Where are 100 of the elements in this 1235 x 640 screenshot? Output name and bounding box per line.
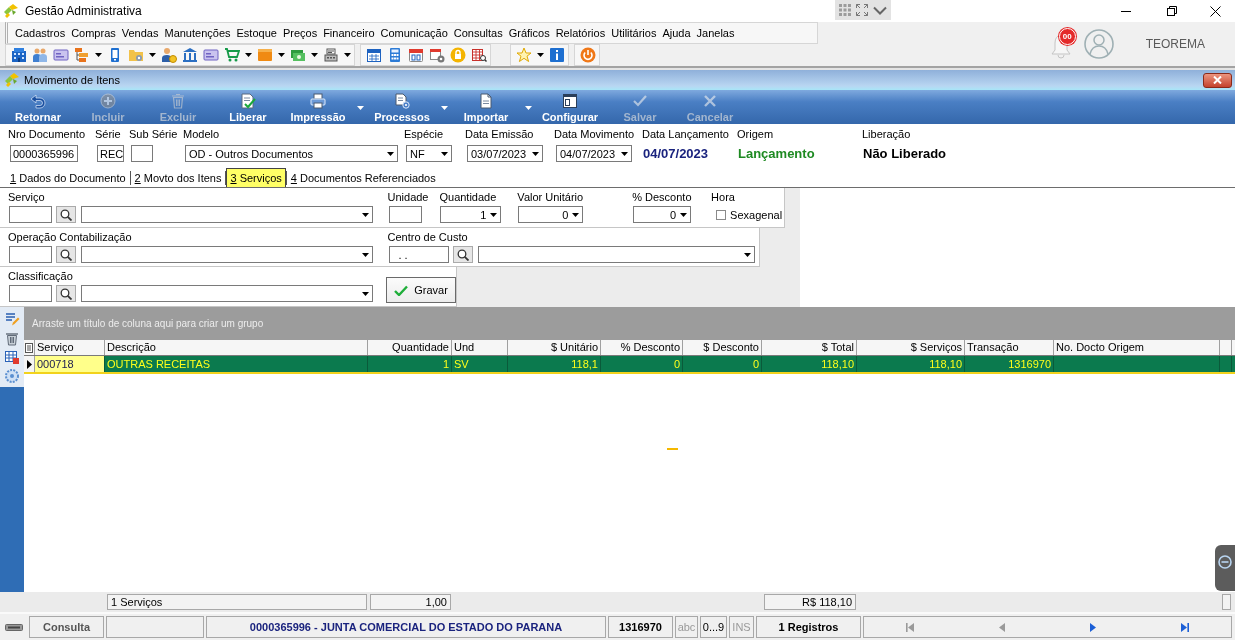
column-header[interactable]: $ Unitário <box>508 340 601 355</box>
star-icon[interactable] <box>515 47 532 63</box>
card-icon[interactable] <box>202 47 219 63</box>
tab[interactable]: 4 Documentos Referenciados <box>286 168 440 187</box>
tab[interactable]: 1 Dados do Documento <box>6 168 130 187</box>
edit-list-icon[interactable] <box>4 311 20 327</box>
code-field[interactable] <box>9 206 52 223</box>
save-button[interactable]: Gravar <box>386 277 456 303</box>
checkbox[interactable] <box>716 209 727 220</box>
bank-icon[interactable] <box>181 47 198 63</box>
calendar-icon[interactable] <box>365 47 382 63</box>
column-header[interactable]: % Desconto <box>601 340 683 355</box>
toolbar-button[interactable]: Configurar <box>535 90 605 124</box>
menu-item[interactable]: Consultas <box>450 27 506 39</box>
menu-item[interactable]: Janelas <box>693 27 738 39</box>
field-value: 04/07/2023 <box>643 145 710 162</box>
toolbar-button[interactable]: Impressão <box>283 90 353 124</box>
caret-icon[interactable] <box>244 53 252 57</box>
menu-item[interactable]: Relatórios <box>552 27 609 39</box>
table-icon[interactable] <box>4 349 20 365</box>
trash-icon[interactable] <box>4 330 20 346</box>
restore-icon[interactable] <box>1167 6 1177 16</box>
code-field[interactable] <box>9 285 52 302</box>
caret-icon[interactable] <box>343 53 351 57</box>
list-icon[interactable] <box>25 342 33 353</box>
gear-icon[interactable] <box>4 368 20 384</box>
side-tab[interactable] <box>1215 545 1235 591</box>
menu-item[interactable]: Cadastros <box>12 27 69 39</box>
close-button[interactable] <box>1203 72 1232 88</box>
dropdown-field[interactable]: 0 <box>518 206 584 223</box>
toolbar-button[interactable]: Retornar <box>3 90 73 124</box>
person-coin-icon[interactable] <box>160 47 177 63</box>
dropdown-field[interactable] <box>81 285 373 302</box>
toolbar-button[interactable]: Processos <box>367 90 437 124</box>
next-icon[interactable] <box>1089 622 1098 632</box>
menu-item[interactable]: Estoque <box>233 27 280 39</box>
text-field[interactable]: 0000365996 <box>10 145 78 162</box>
dropdown-field[interactable]: 04/07/2023 <box>556 145 632 162</box>
toolbar-button[interactable]: Importar <box>451 90 521 124</box>
calendar-icon[interactable] <box>407 47 424 63</box>
dropdown-field[interactable]: OD - Outros Documentos <box>185 145 398 162</box>
rectangle-icon[interactable] <box>4 621 23 633</box>
dropdown-field[interactable]: 1 <box>440 206 502 223</box>
close-icon[interactable] <box>1209 5 1221 17</box>
column-header[interactable]: $ Desconto <box>683 340 762 355</box>
tab[interactable]: 2 Movto dos Itens <box>130 168 226 187</box>
skip-to-end-icon[interactable] <box>1181 622 1190 632</box>
dropdown-field[interactable]: NF <box>406 145 452 162</box>
menu-item[interactable]: Compras <box>68 27 119 39</box>
search-button[interactable] <box>56 246 76 263</box>
calendar-gear-icon[interactable] <box>428 47 445 63</box>
code-field[interactable]: . . <box>388 246 449 263</box>
table-search-icon[interactable] <box>470 47 487 63</box>
search-button[interactable] <box>452 246 473 263</box>
menu-item[interactable]: Vendas <box>118 27 162 39</box>
toolbar-button[interactable]: Liberar <box>213 90 283 124</box>
tab[interactable]: 3 Serviços <box>226 168 286 187</box>
building-icon[interactable] <box>10 47 27 63</box>
column-header[interactable]: Descrição <box>105 340 368 355</box>
power-icon[interactable] <box>579 47 596 63</box>
caret-icon[interactable] <box>94 53 102 57</box>
grid-dots-icon[interactable] <box>839 4 851 16</box>
text-field[interactable]: REC <box>97 145 124 162</box>
expand-icon[interactable] <box>856 4 868 16</box>
dropdown-field[interactable]: 0 <box>633 206 692 223</box>
dropdown-field[interactable]: 03/07/2023 <box>467 145 543 162</box>
status-transaction: 1316970 <box>608 616 673 638</box>
menu-item[interactable]: Utilitários <box>608 27 660 39</box>
caret-icon[interactable] <box>277 53 285 57</box>
column-header[interactable]: No. Docto Origem <box>1054 340 1220 355</box>
menu-item[interactable]: Financeiro <box>320 27 378 39</box>
column-header[interactable]: Quantidade <box>368 340 452 355</box>
column-header[interactable]: Serviço <box>35 340 105 355</box>
search-button[interactable] <box>56 206 76 223</box>
column-header[interactable]: Transação <box>965 340 1054 355</box>
menu-item[interactable]: Manutenções <box>161 27 234 39</box>
text-field[interactable] <box>131 145 153 162</box>
info-icon[interactable] <box>548 47 565 63</box>
dropdown-field[interactable] <box>81 206 373 223</box>
caret-icon[interactable] <box>310 53 318 57</box>
menu-item[interactable]: Comunicação <box>377 27 451 39</box>
chevron-down-icon[interactable] <box>873 5 887 15</box>
caret-icon[interactable] <box>536 53 544 57</box>
menu-item[interactable]: Gráficos <box>505 27 553 39</box>
search-button[interactable] <box>56 285 76 302</box>
caret-icon[interactable] <box>148 53 156 57</box>
checkbox-label: Sexagenal <box>730 208 783 221</box>
menu-item[interactable]: Preços <box>279 27 321 39</box>
card-icon[interactable] <box>52 47 69 63</box>
caret-icon <box>743 252 751 257</box>
dropdown-field[interactable] <box>477 246 755 263</box>
column-header[interactable]: $ Total <box>762 340 857 355</box>
cash-register-icon[interactable] <box>322 47 339 63</box>
column-header[interactable]: $ Serviços <box>857 340 965 355</box>
people-icon[interactable] <box>31 47 48 63</box>
text-field[interactable] <box>388 206 422 223</box>
column-header[interactable]: Und <box>452 340 508 355</box>
menu-item[interactable]: Ajuda <box>659 27 694 39</box>
code-field[interactable] <box>9 246 52 263</box>
dropdown-field[interactable] <box>81 246 373 263</box>
